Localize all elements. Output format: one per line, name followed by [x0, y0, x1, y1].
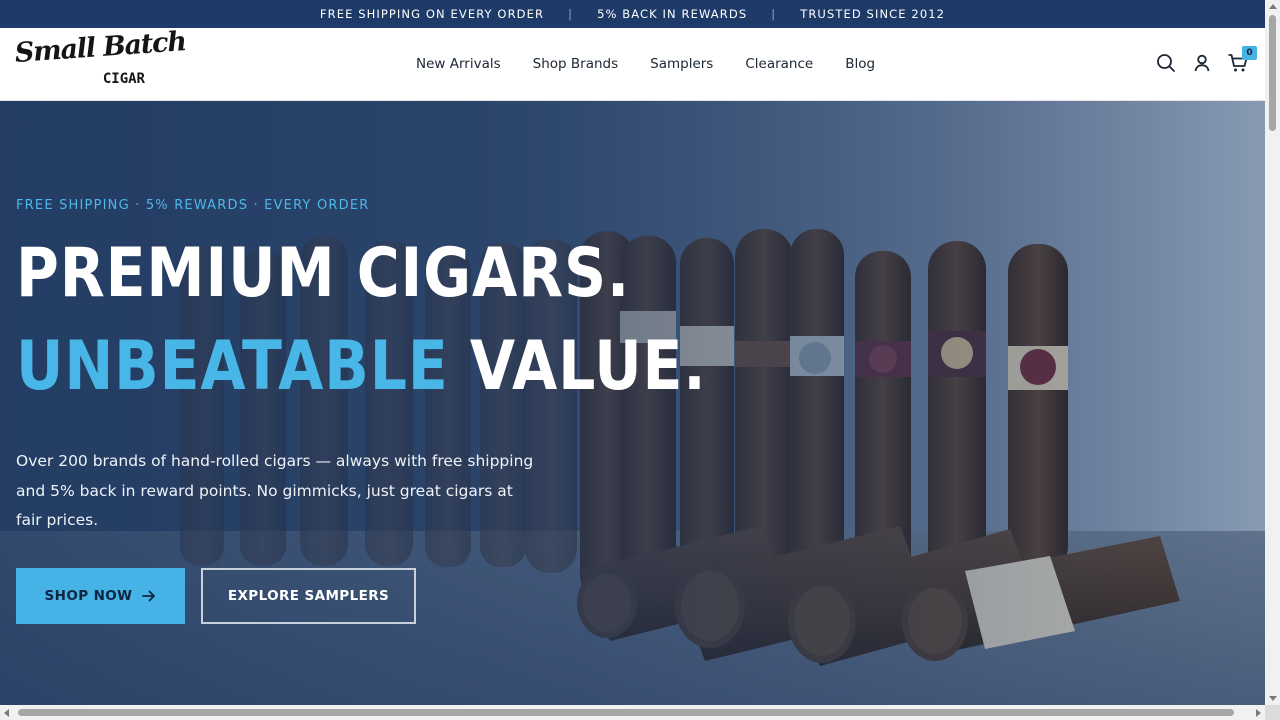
search-icon[interactable]	[1155, 52, 1177, 74]
account-icon[interactable]	[1191, 52, 1213, 74]
scroll-up-arrow-icon[interactable]	[1269, 4, 1277, 9]
nav-samplers[interactable]: Samplers	[650, 56, 713, 72]
explore-samplers-button[interactable]: EXPLORE SAMPLERS	[201, 568, 416, 624]
arrow-right-icon	[142, 590, 156, 602]
headline-line2-rest: VALUE.	[469, 327, 707, 406]
announcement-bar: FREE SHIPPING ON EVERY ORDER | 5% BACK I…	[0, 0, 1265, 28]
announcement-separator: |	[568, 7, 574, 21]
announcement-item: FREE SHIPPING ON EVERY ORDER	[319, 7, 545, 21]
site-header: Small Batch CIGAR New Arrivals Shop Bran…	[0, 26, 1265, 101]
shop-now-button[interactable]: SHOP NOW	[16, 568, 185, 624]
scrollbar-corner	[1265, 705, 1280, 720]
hero-banner: FREE SHIPPING · 5% REWARDS · EVERY ORDER…	[0, 101, 1265, 705]
horizontal-scroll-thumb[interactable]	[18, 709, 1234, 716]
cart-count-badge: 0	[1242, 46, 1257, 60]
main-nav: New Arrivals Shop Brands Samplers Cleara…	[416, 28, 907, 100]
horizontal-scrollbar[interactable]	[0, 705, 1265, 720]
logo-script: Small Batch	[13, 26, 187, 69]
shop-now-label: SHOP NOW	[44, 588, 133, 604]
announcement-separator: |	[771, 7, 777, 21]
nav-shop-brands[interactable]: Shop Brands	[533, 56, 619, 72]
nav-new-arrivals[interactable]: New Arrivals	[416, 56, 501, 72]
vertical-scroll-thumb[interactable]	[1269, 15, 1276, 131]
hero-eyebrow: FREE SHIPPING · 5% REWARDS · EVERY ORDER	[16, 198, 370, 213]
header-icons: 0	[1155, 46, 1257, 74]
hero-content: FREE SHIPPING · 5% REWARDS · EVERY ORDER…	[16, 101, 716, 705]
cart-icon[interactable]: 0	[1227, 46, 1257, 74]
logo-word: CIGAR	[102, 71, 145, 87]
hero-headline: PREMIUM CIGARS. UNBEATABLE VALUE.	[16, 227, 706, 413]
logo[interactable]: Small Batch CIGAR	[14, 26, 187, 92]
headline-accent: UNBEATABLE	[16, 327, 449, 406]
announcement-item: TRUSTED SINCE 2012	[800, 7, 946, 21]
scroll-left-arrow-icon[interactable]	[4, 709, 9, 717]
vertical-scrollbar[interactable]	[1265, 0, 1280, 705]
nav-clearance[interactable]: Clearance	[745, 56, 813, 72]
scroll-right-arrow-icon[interactable]	[1256, 709, 1261, 717]
explore-samplers-label: EXPLORE SAMPLERS	[227, 588, 390, 604]
nav-blog[interactable]: Blog	[845, 56, 875, 72]
announcement-item: 5% BACK IN REWARDS	[597, 7, 748, 21]
headline-line1: PREMIUM CIGARS.	[16, 234, 631, 313]
scroll-down-arrow-icon[interactable]	[1269, 696, 1277, 701]
hero-subtext: Over 200 brands of hand-rolled cigars — …	[16, 452, 534, 529]
